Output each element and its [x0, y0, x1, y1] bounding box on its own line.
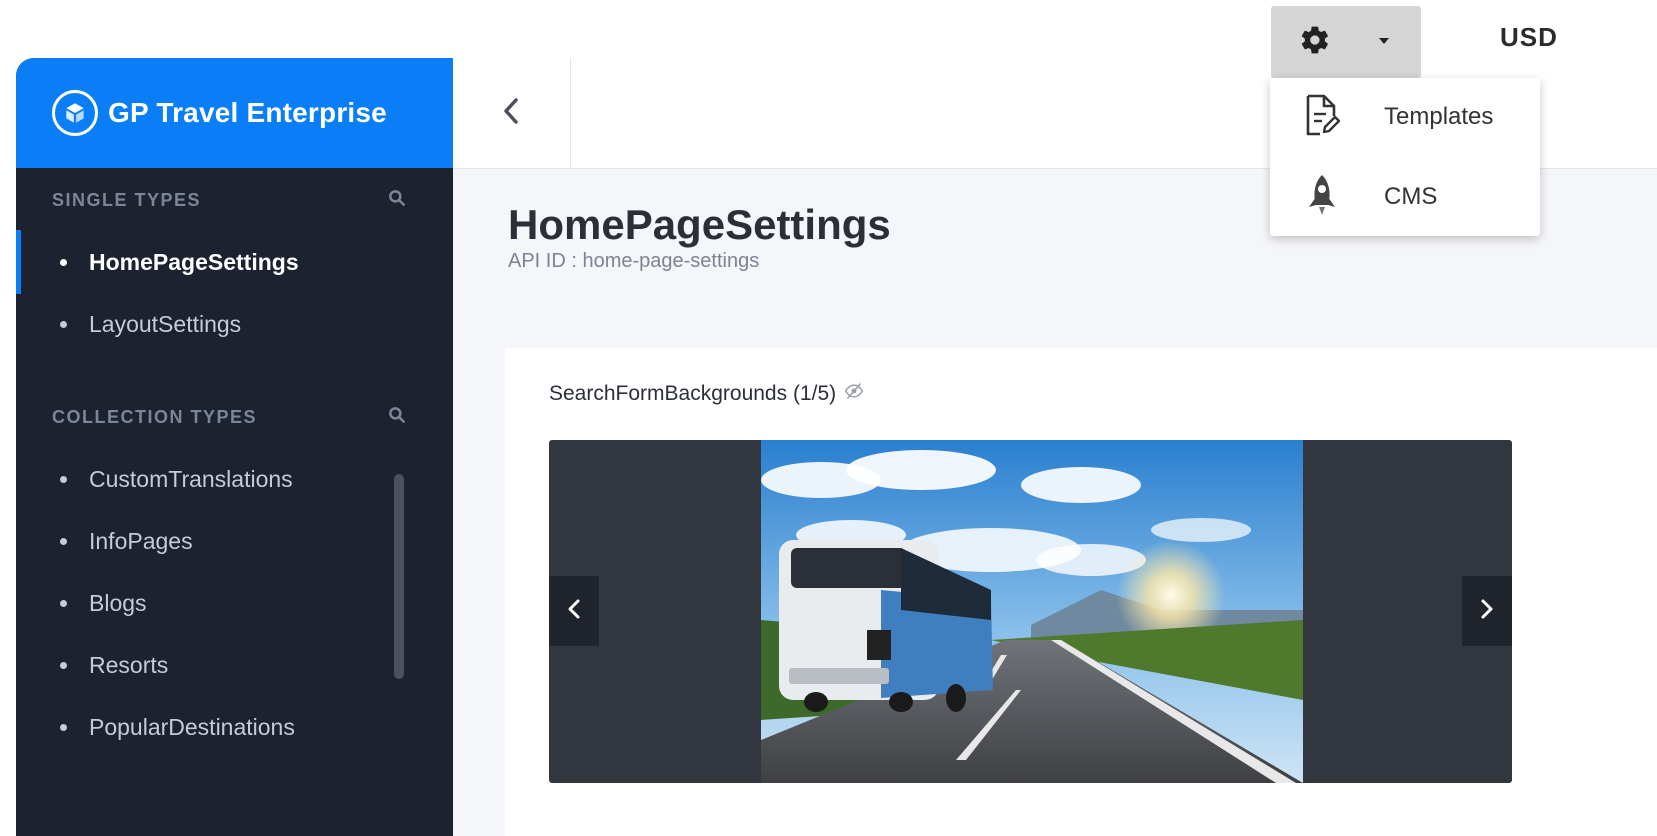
- collection-types-header: COLLECTION TYPES: [52, 405, 407, 430]
- single-types-header: SINGLE TYPES: [52, 188, 407, 213]
- bullet: [60, 320, 67, 328]
- eye-off-icon: [844, 381, 864, 407]
- sidebar-item-layoutsettings[interactable]: LayoutSettings: [16, 299, 453, 349]
- collection-types-title: COLLECTION TYPES: [52, 407, 258, 427]
- chevron-left-icon: [500, 96, 524, 131]
- sidebar-item-label: InfoPages: [89, 527, 193, 554]
- sidebar-item-label: Blogs: [89, 589, 147, 616]
- bullet: [60, 661, 67, 669]
- bus-highway-image[interactable]: [761, 440, 1303, 783]
- sidebar-item-blogs[interactable]: Blogs: [16, 578, 453, 628]
- gear-icon: [1299, 24, 1331, 61]
- sidebar-item-customtranslations[interactable]: CustomTranslations: [16, 454, 453, 504]
- settings-dropdown-button[interactable]: [1271, 6, 1421, 78]
- bullet: [60, 723, 67, 731]
- menu-item-label: Templates: [1384, 103, 1494, 130]
- file-edit-icon: [1304, 94, 1341, 141]
- sidebar-item-label: HomePageSettings: [89, 248, 299, 275]
- bullet: [60, 537, 67, 545]
- cube-logo-icon: [52, 90, 98, 136]
- carousel-next-button[interactable]: [1462, 576, 1512, 646]
- search-icon[interactable]: [387, 405, 407, 430]
- rocket-icon: [1304, 173, 1340, 222]
- menu-item-label: CMS: [1384, 183, 1438, 210]
- field-label-text: SearchFormBackgrounds (1/5): [549, 382, 837, 405]
- currency-selector[interactable]: USD: [1500, 22, 1558, 53]
- sidebar-item-infopages[interactable]: InfoPages: [16, 516, 453, 566]
- chevron-left-icon: [566, 598, 582, 625]
- field-card: SearchFormBackgrounds (1/5): [505, 348, 1657, 836]
- image-carousel: [549, 440, 1512, 783]
- api-id: API ID : home-page-settings: [508, 250, 760, 272]
- back-button[interactable]: [453, 58, 571, 168]
- page-title: HomePageSettings: [508, 201, 891, 248]
- settings-dropdown-menu: Templates CMS: [1270, 78, 1540, 236]
- bullet: [60, 475, 67, 483]
- sidebar-item-label: Resorts: [89, 651, 169, 678]
- single-types-title: SINGLE TYPES: [52, 190, 202, 210]
- menu-item-templates[interactable]: Templates: [1270, 82, 1540, 152]
- bullet: [60, 599, 67, 607]
- brand-header[interactable]: GP Travel Enterprise: [16, 58, 453, 168]
- bullet: [60, 258, 67, 266]
- carousel-prev-button[interactable]: [549, 576, 599, 646]
- sidebar-item-resorts[interactable]: Resorts: [16, 640, 453, 690]
- chevron-right-icon: [1479, 598, 1495, 625]
- sidebar-item-label: CustomTranslations: [89, 465, 293, 492]
- sidebar: GP Travel Enterprise SINGLE TYPES HomePa…: [16, 58, 453, 836]
- caret-down-icon: [1377, 33, 1391, 51]
- sidebar-item-homepagesettings[interactable]: HomePageSettings: [16, 237, 453, 287]
- sidebar-scrollbar[interactable]: [394, 474, 404, 679]
- search-icon[interactable]: [387, 188, 407, 213]
- sidebar-item-populardestinations[interactable]: PopularDestinations: [16, 702, 453, 752]
- sidebar-item-label: LayoutSettings: [89, 310, 242, 337]
- field-label: SearchFormBackgrounds (1/5): [549, 381, 864, 407]
- sidebar-item-label: PopularDestinations: [89, 713, 295, 740]
- menu-item-cms[interactable]: CMS: [1270, 162, 1540, 232]
- brand-title: GP Travel Enterprise: [108, 97, 387, 128]
